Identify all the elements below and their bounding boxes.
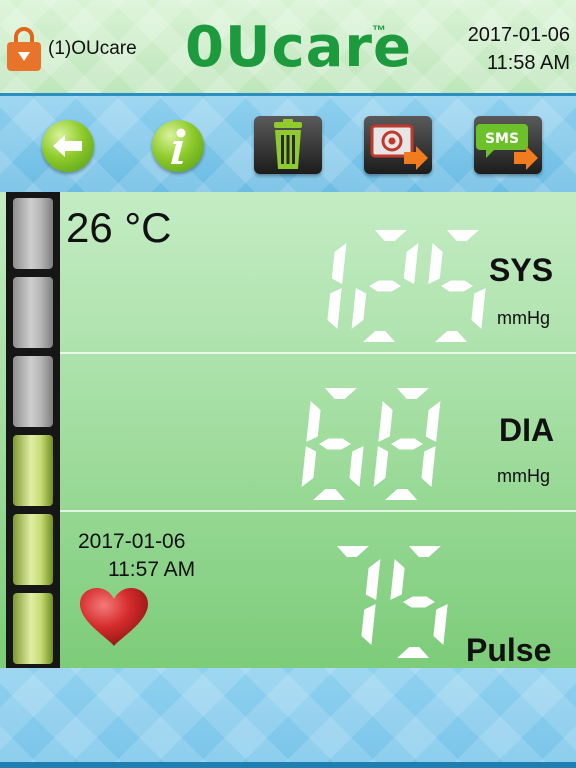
current-date: 2017-01-06 — [467, 24, 570, 46]
lcd-segment — [327, 288, 342, 329]
lcd-segment — [319, 438, 351, 450]
lcd-digit — [428, 230, 486, 342]
lcd-segment — [441, 280, 473, 292]
lcd-segment — [391, 438, 423, 450]
lcd-digit — [301, 388, 364, 500]
lcd-segment — [324, 388, 357, 399]
lcd-segment — [446, 230, 479, 241]
lcd-segment — [378, 401, 393, 442]
lcd-segment — [435, 331, 468, 342]
lcd-digit — [390, 546, 448, 658]
lcd-segment — [373, 446, 389, 487]
trademark-mark: ™ — [372, 22, 386, 38]
lcd-digit — [373, 388, 441, 500]
sms-icon: SMS — [476, 124, 538, 170]
level-indicator — [6, 192, 60, 668]
lcd-segment — [403, 596, 435, 608]
arrow-left-icon — [53, 135, 82, 157]
delete-button[interactable] — [254, 116, 322, 174]
heart-icon — [80, 588, 148, 646]
lcd-segment — [351, 288, 367, 329]
lcd-segment — [421, 446, 436, 487]
lcd-segment — [365, 559, 381, 600]
lcd-segment — [331, 243, 347, 284]
level-segment — [13, 198, 53, 269]
lcd-segment — [425, 401, 441, 442]
dia-unit: mmHg — [497, 466, 550, 486]
lcd-segment — [306, 401, 321, 442]
lcd-segment — [428, 243, 443, 284]
email-button[interactable] — [364, 116, 432, 174]
lcd-digit — [351, 230, 419, 342]
lcd-segment — [336, 546, 369, 557]
trash-icon — [274, 119, 302, 169]
level-segment — [13, 593, 53, 664]
info-button[interactable] — [152, 120, 204, 172]
level-segment — [13, 435, 53, 506]
lcd-segment — [313, 489, 346, 500]
divider — [60, 352, 576, 354]
bottom-area — [0, 668, 576, 768]
sms-label: SMS — [485, 131, 519, 147]
dia-label: DIA — [499, 412, 555, 448]
pulse-label: Pulse — [466, 632, 552, 668]
lcd-segment — [369, 280, 401, 292]
divider — [60, 510, 576, 512]
level-segment — [13, 356, 53, 427]
lcd-segment — [385, 489, 418, 500]
lcd-segment — [301, 446, 317, 487]
info-icon — [171, 128, 186, 164]
email-icon — [370, 124, 428, 170]
lcd-segment — [363, 331, 396, 342]
sys-label: SYS — [489, 252, 554, 288]
lcd-segment — [390, 559, 405, 600]
lcd-segment — [396, 388, 429, 399]
lcd-segment — [408, 546, 441, 557]
user-lock-icon[interactable] — [6, 26, 42, 72]
temperature-readout: 26 °C — [66, 204, 172, 251]
lcd-digit — [327, 243, 347, 329]
sys-unit: mmHg — [497, 308, 550, 328]
level-segment — [13, 277, 53, 348]
measurement-date: 2017-01-06 — [78, 530, 186, 553]
current-time: 11:58 AM — [486, 52, 570, 74]
lcd-segment — [433, 604, 448, 645]
user-label[interactable]: (1)OUcare — [48, 38, 137, 60]
lcd-segment — [403, 243, 419, 284]
bottom-bar — [0, 762, 576, 768]
sms-button[interactable]: SMS — [474, 116, 542, 174]
lcd-segment — [397, 647, 430, 658]
lcd-segment — [361, 604, 376, 645]
lcd-segment — [471, 288, 486, 329]
reading-panel: 26 °C SYS mmHg DIA mmHg 2017-01-06 11:57… — [0, 192, 576, 668]
measurement-time: 11:57 AM — [108, 558, 196, 581]
level-segment — [13, 514, 53, 585]
app-header: (1)OUcare 0Ucare ™ 2017-01-06 11:58 AM — [0, 0, 576, 96]
lcd-segment — [374, 230, 407, 241]
lcd-segment — [349, 446, 364, 487]
lcd-digit — [336, 546, 381, 645]
back-button[interactable] — [42, 120, 94, 172]
toolbar: SMS — [0, 96, 576, 192]
